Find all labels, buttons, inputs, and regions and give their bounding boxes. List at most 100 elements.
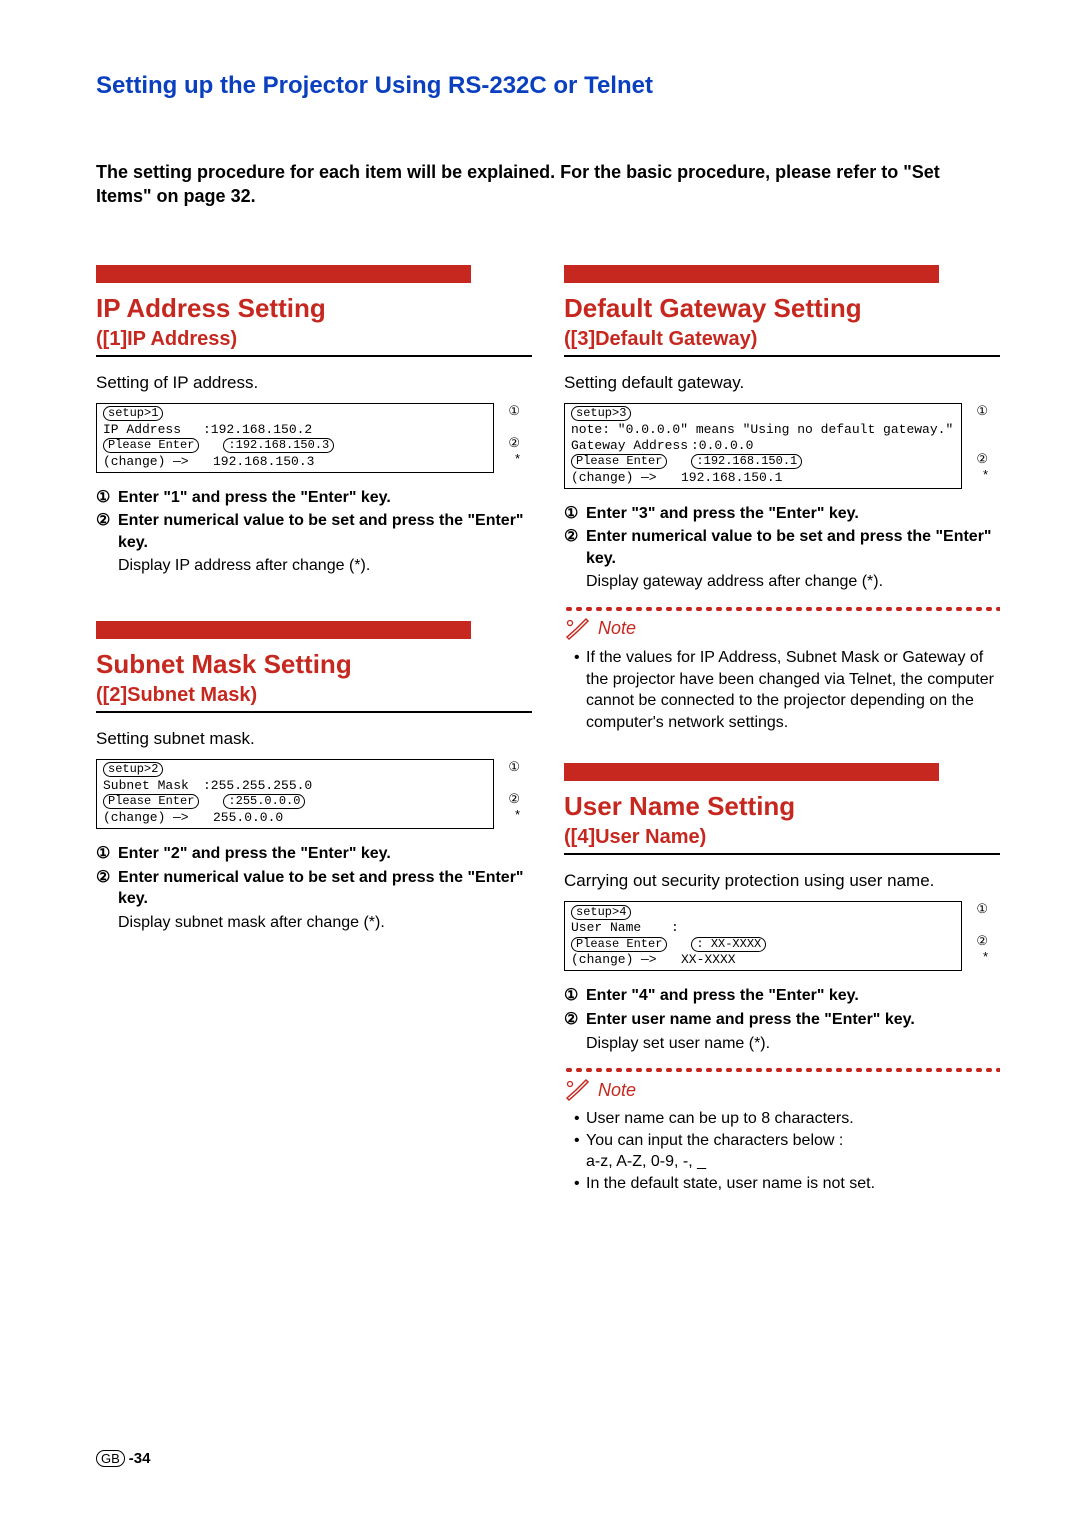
t: Enter numerical value to be set and pres…: [118, 512, 524, 551]
un-title: User Name Setting: [564, 791, 1000, 822]
t: :192.168.150.2: [203, 422, 312, 438]
marker-2: ②: [508, 791, 520, 807]
t: setup>3: [571, 406, 631, 421]
t: —>: [641, 470, 681, 486]
page-number: -34: [129, 1450, 151, 1467]
ip-desc: Setting of IP address.: [96, 373, 532, 393]
intro-page-ref: 32: [231, 186, 251, 206]
un-terminal: setup>4 User Name: Please Enter : XX-XXXX…: [564, 901, 1000, 971]
marker-2: ②: [976, 933, 988, 949]
t: setup>4: [571, 905, 631, 920]
sm-subtitle: ([2]Subnet Mask): [96, 684, 532, 713]
n: ①: [96, 487, 118, 509]
note-label: Note: [598, 618, 636, 639]
t: 255.0.0.0: [213, 810, 283, 826]
marker-star: *: [515, 451, 520, 466]
un-subtitle: ([4]User Name): [564, 826, 1000, 855]
sm-title: Subnet Mask Setting: [96, 649, 532, 680]
t: Display set user name (*).: [586, 1033, 770, 1055]
note-header: Note: [564, 617, 1000, 641]
t: Enter "1" and press the "Enter" key.: [118, 489, 391, 506]
gw-steps: ①Enter "3" and press the "Enter" key. ②E…: [564, 503, 1000, 593]
intro-a: The setting procedure for each item will…: [96, 162, 940, 206]
t: note: "0.0.0.0" means "Using no default …: [571, 422, 953, 438]
marker-2: ②: [976, 451, 988, 467]
t: IP Address: [103, 422, 203, 438]
un-steps: ①Enter "4" and press the "Enter" key. ②E…: [564, 985, 1000, 1054]
marker-star: *: [515, 807, 520, 822]
un-desc: Carrying out security protection using u…: [564, 871, 1000, 891]
n: ①: [96, 843, 118, 865]
page-title: Setting up the Projector Using RS-232C o…: [96, 72, 1000, 100]
section-bar: [564, 265, 939, 283]
n: ②: [564, 1009, 586, 1031]
t: (change): [571, 952, 641, 968]
t: Enter numerical value to be set and pres…: [586, 528, 992, 567]
t: Please Enter: [571, 454, 667, 469]
t: Enter numerical value to be set and pres…: [118, 869, 524, 908]
un-note-body: •User name can be up to 8 characters. •Y…: [564, 1108, 1000, 1194]
t: XX-XXXX: [681, 952, 736, 968]
gw-terminal: setup>3 note: "0.0.0.0" means "Using no …: [564, 403, 1000, 489]
section-bar: [96, 621, 471, 639]
hand-note-icon: [564, 1078, 592, 1102]
t: :192.168.150.3: [223, 438, 334, 453]
t: —>: [173, 810, 213, 826]
t: Enter "4" and press the "Enter" key.: [586, 987, 859, 1004]
gb-badge: GB: [96, 1450, 125, 1467]
t: setup>2: [103, 762, 163, 777]
sm-steps: ①Enter "2" and press the "Enter" key. ②E…: [96, 843, 532, 933]
t: 192.168.150.1: [681, 470, 782, 486]
n: ②: [96, 510, 118, 553]
t: Please Enter: [103, 794, 199, 809]
note-separator: [564, 607, 1000, 611]
page-footer: GB -34: [96, 1450, 150, 1467]
gw-title: Default Gateway Setting: [564, 293, 1000, 324]
t: (change): [103, 454, 173, 470]
t: (change): [103, 810, 173, 826]
t: Display subnet mask after change (*).: [118, 912, 385, 934]
marker-1: ①: [508, 759, 520, 775]
t: —>: [641, 952, 681, 968]
t: Enter "3" and press the "Enter" key.: [586, 505, 859, 522]
t: a-z, A-Z, 0-9, -, _: [586, 1153, 706, 1170]
marker-1: ①: [976, 901, 988, 917]
ip-setup-prompt: setup>1: [103, 406, 163, 421]
note-label: Note: [598, 1080, 636, 1101]
n: ①: [564, 503, 586, 525]
gw-desc: Setting default gateway.: [564, 373, 1000, 393]
ip-title: IP Address Setting: [96, 293, 532, 324]
intro-c: .: [251, 186, 256, 206]
t: Display gateway address after change (*)…: [586, 571, 883, 593]
t: User Name: [571, 920, 671, 936]
gw-note-body: •If the values for IP Address, Subnet Ma…: [564, 647, 1000, 733]
note-separator: [564, 1068, 1000, 1072]
n: ②: [564, 526, 586, 569]
right-column: Default Gateway Setting ([3]Default Gate…: [564, 265, 1000, 1195]
t: :0.0.0.0: [691, 438, 753, 454]
gw-subtitle: ([3]Default Gateway): [564, 328, 1000, 357]
t: :255.0.0.0: [223, 794, 305, 809]
t: : XX-XXXX: [691, 937, 766, 952]
marker-2: ②: [508, 435, 520, 451]
t: 192.168.150.3: [213, 454, 314, 470]
marker-star: *: [983, 949, 988, 964]
n: ①: [564, 985, 586, 1007]
t: Please Enter: [571, 937, 667, 952]
ip-terminal: setup>1 IP Address:192.168.150.2 Please …: [96, 403, 532, 473]
hand-note-icon: [564, 617, 592, 641]
sm-terminal: setup>2 Subnet Mask:255.255.255.0 Please…: [96, 759, 532, 829]
left-column: IP Address Setting ([1]IP Address) Setti…: [96, 265, 532, 1195]
marker-star: *: [983, 467, 988, 482]
t: (change): [571, 470, 641, 486]
t: If the values for IP Address, Subnet Mas…: [586, 647, 1000, 733]
t: Please Enter: [103, 438, 199, 453]
t: :255.255.255.0: [203, 778, 312, 794]
sm-desc: Setting subnet mask.: [96, 729, 532, 749]
t: User name can be up to 8 characters.: [586, 1108, 854, 1130]
t: Display IP address after change (*).: [118, 555, 370, 577]
n: ②: [96, 867, 118, 910]
t: :: [671, 920, 679, 936]
t: Gateway Address: [571, 438, 691, 454]
ip-subtitle: ([1]IP Address): [96, 328, 532, 357]
